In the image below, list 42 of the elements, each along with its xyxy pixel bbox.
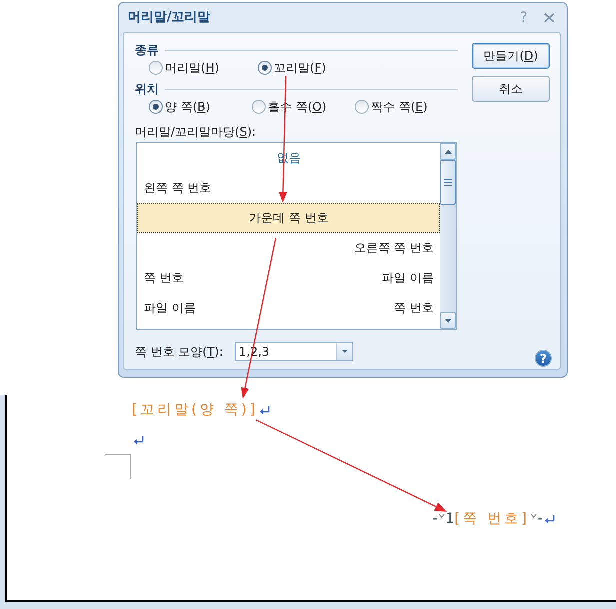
gallery-item[interactable]: 가운데 쪽 번호: [137, 203, 440, 233]
radio-button[interactable]: [258, 61, 272, 75]
close-icon[interactable]: [544, 12, 555, 22]
group-title: 위치: [135, 83, 159, 95]
space-mark-icon: [530, 514, 537, 518]
help-button[interactable]: ?: [535, 350, 552, 367]
document-text: -: [432, 512, 438, 526]
scroll-up-button[interactable]: [440, 143, 456, 160]
radio-button[interactable]: [252, 100, 266, 114]
document-text: -: [538, 512, 543, 526]
scrollbar-thumb[interactable]: [440, 160, 456, 205]
radio-label[interactable]: 양 쪽(B): [165, 101, 210, 113]
paragraph-mark-icon: [545, 514, 555, 524]
scroll-down-button[interactable]: [440, 312, 456, 329]
group-title: 종류: [135, 44, 159, 56]
arrow-up-icon: [444, 150, 452, 154]
paragraph-mark-icon: [260, 406, 270, 414]
radio-button[interactable]: [149, 61, 163, 75]
dropdown-button[interactable]: [336, 343, 352, 360]
gallery-item[interactable]: 파일 이름 쪽 번호: [137, 293, 440, 323]
gallery-item[interactable]: 쪽 번호 파일 이름: [137, 263, 440, 293]
arrow-down-icon: [444, 318, 452, 322]
radio-label[interactable]: 짝수 쪽(E): [371, 101, 428, 113]
cancel-button[interactable]: 취소: [472, 76, 550, 102]
field-text: [쪽 번호]: [454, 512, 530, 526]
gallery-item[interactable]: 오른쪽 쪽 번호: [137, 233, 440, 263]
radio-label[interactable]: 꼬리말(F): [274, 62, 326, 74]
gallery-item[interactable]: 왼쪽 쪽 번호: [137, 173, 440, 203]
radio-button[interactable]: [355, 100, 369, 114]
corner-mark-icon: [105, 454, 131, 479]
caret-down-icon: [342, 350, 348, 353]
space-mark-icon: [438, 514, 445, 518]
create-button[interactable]: 만들기(D): [472, 43, 550, 69]
radio-button[interactable]: [149, 100, 163, 114]
document-text: 1: [446, 512, 455, 526]
paragraph-mark-icon: [134, 436, 144, 444]
format-label: 쪽 번호 모양(T):: [135, 344, 224, 360]
radio-label[interactable]: 머리말(H): [165, 62, 220, 74]
field-text: [꼬리말(양 쪽)]: [132, 403, 258, 417]
gallery-label: 머리말/꼬리말마당(S):: [135, 126, 256, 138]
dialog-title: 머리말/꼬리말: [128, 11, 211, 24]
grip-icon: [444, 179, 452, 186]
